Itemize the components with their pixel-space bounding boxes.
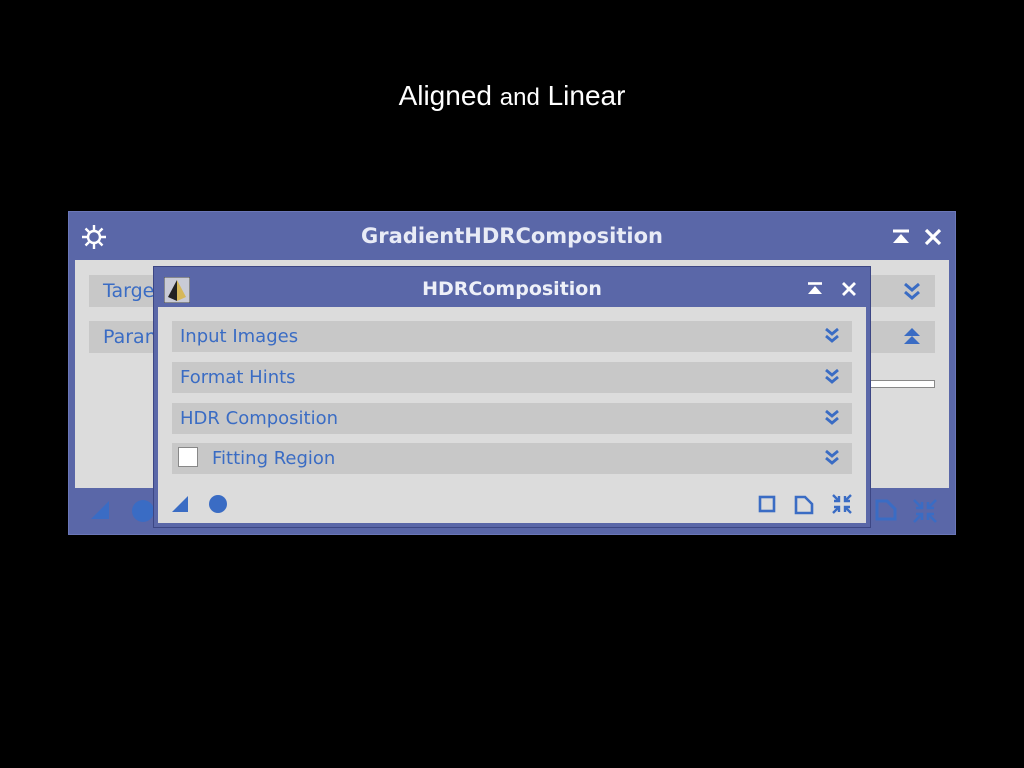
expand-section-icon[interactable] [824,368,840,386]
fitting-region-checkbox[interactable] [178,447,198,467]
section-label: Fitting Region [212,448,336,469]
window-footer [158,485,866,523]
expand-section-icon[interactable] [824,409,840,427]
window-body: Input Images Format Hints HDR Compositio… [158,307,866,485]
apply-global-icon[interactable] [208,494,228,514]
shade-icon[interactable] [806,282,824,296]
section-input-images[interactable]: Input Images [172,321,852,352]
close-icon[interactable] [923,227,943,247]
collapse-all-icon[interactable] [911,497,939,525]
expand-section-icon[interactable] [903,282,921,302]
titlebar[interactable]: HDRComposition [154,267,870,307]
section-format-hints[interactable]: Format Hints [172,362,852,393]
window-title: HDRComposition [422,278,602,300]
expand-section-icon[interactable] [824,327,840,345]
new-instance-icon[interactable] [170,495,190,513]
collapse-all-icon[interactable] [830,492,854,516]
section-hdr-composition[interactable]: HDR Composition [172,403,852,434]
expand-section-icon[interactable] [824,449,840,467]
close-icon[interactable] [840,280,858,298]
slide-title-aligned: Aligned [398,80,492,111]
document-icon[interactable] [875,499,897,521]
slide-title: Aligned and Linear [0,80,1024,112]
collapse-section-icon[interactable] [903,327,921,347]
section-label: Format Hints [180,367,296,388]
section-label: Input Images [180,326,299,347]
new-instance-icon[interactable] [89,500,111,520]
section-fitting-region[interactable]: Fitting Region [172,443,852,474]
hdr-composition-window: HDRComposition Input Images Format Hints… [153,266,871,528]
shade-icon[interactable] [891,229,911,245]
section-label: HDR Composition [180,408,339,429]
slide-title-linear: Linear [547,80,626,111]
apply-global-icon[interactable] [131,499,155,523]
window-title: GradientHDRComposition [361,224,663,248]
preview-icon[interactable] [758,495,776,513]
slide-title-and: and [499,84,540,111]
document-icon[interactable] [794,495,814,515]
titlebar[interactable]: GradientHDRComposition [69,212,955,260]
